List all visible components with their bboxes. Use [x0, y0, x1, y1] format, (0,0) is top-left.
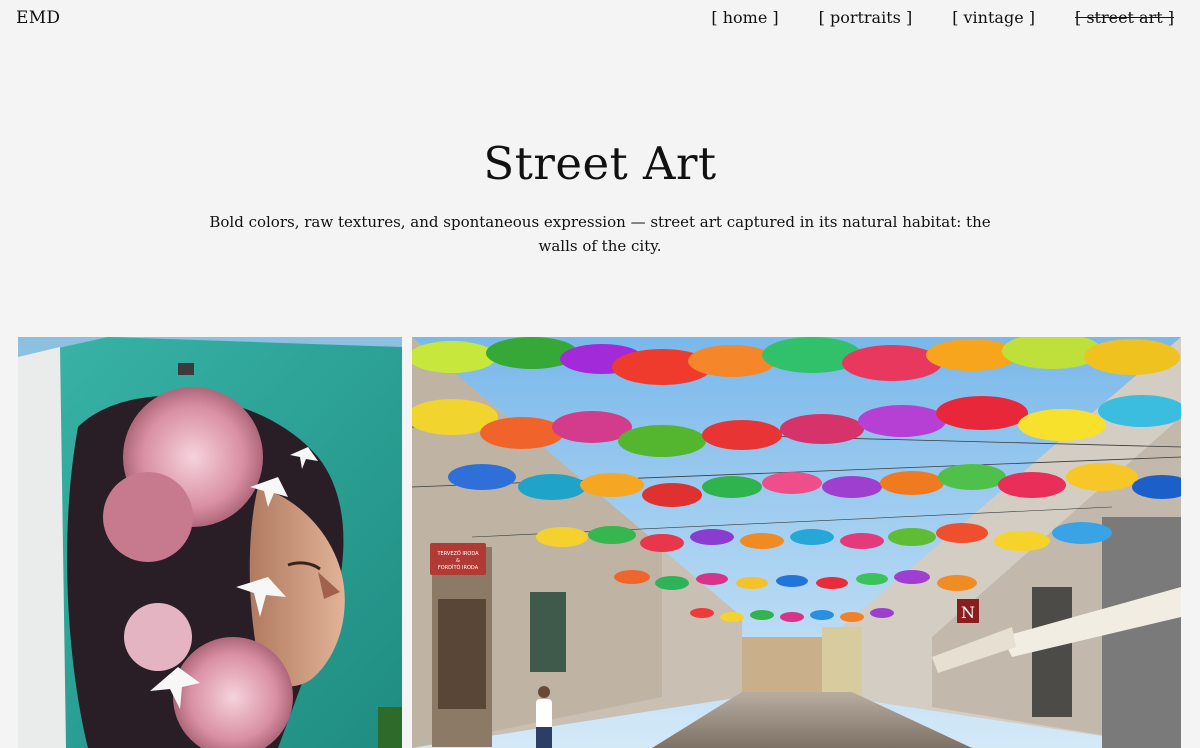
- gallery-photo-umbrellas[interactable]: TERVEZŐ IRODA & FORDÍTÓ IRODA N: [412, 337, 1181, 748]
- nav-link-home[interactable]: [ home ]: [711, 8, 778, 27]
- photo-gallery: TERVEZŐ IRODA & FORDÍTÓ IRODA N: [18, 337, 1181, 748]
- nav-link-street-art[interactable]: [ street art ]: [1075, 8, 1174, 27]
- umbrella-street-photo-image: TERVEZŐ IRODA & FORDÍTÓ IRODA N: [412, 337, 1181, 748]
- nav-link-vintage[interactable]: [ vintage ]: [952, 8, 1035, 27]
- svg-text:&: &: [456, 558, 460, 564]
- gallery-photo-mural[interactable]: [18, 337, 402, 748]
- svg-text:FORDÍTÓ IRODA: FORDÍTÓ IRODA: [438, 564, 479, 571]
- main-nav: [ home ] [ portraits ] [ vintage ] [ str…: [711, 8, 1174, 27]
- page-title: Street Art: [483, 137, 717, 190]
- page-description: Bold colors, raw textures, and spontaneo…: [209, 213, 991, 255]
- nav-link-portraits[interactable]: [ portraits ]: [819, 8, 913, 27]
- mural-photo-image: [18, 337, 402, 748]
- svg-text:TERVEZŐ IRODA: TERVEZŐ IRODA: [436, 550, 479, 557]
- svg-text:N: N: [961, 603, 975, 622]
- site-logo[interactable]: EMD: [16, 8, 60, 28]
- hero-section: Street Art Bold colors, raw textures, an…: [0, 137, 1200, 258]
